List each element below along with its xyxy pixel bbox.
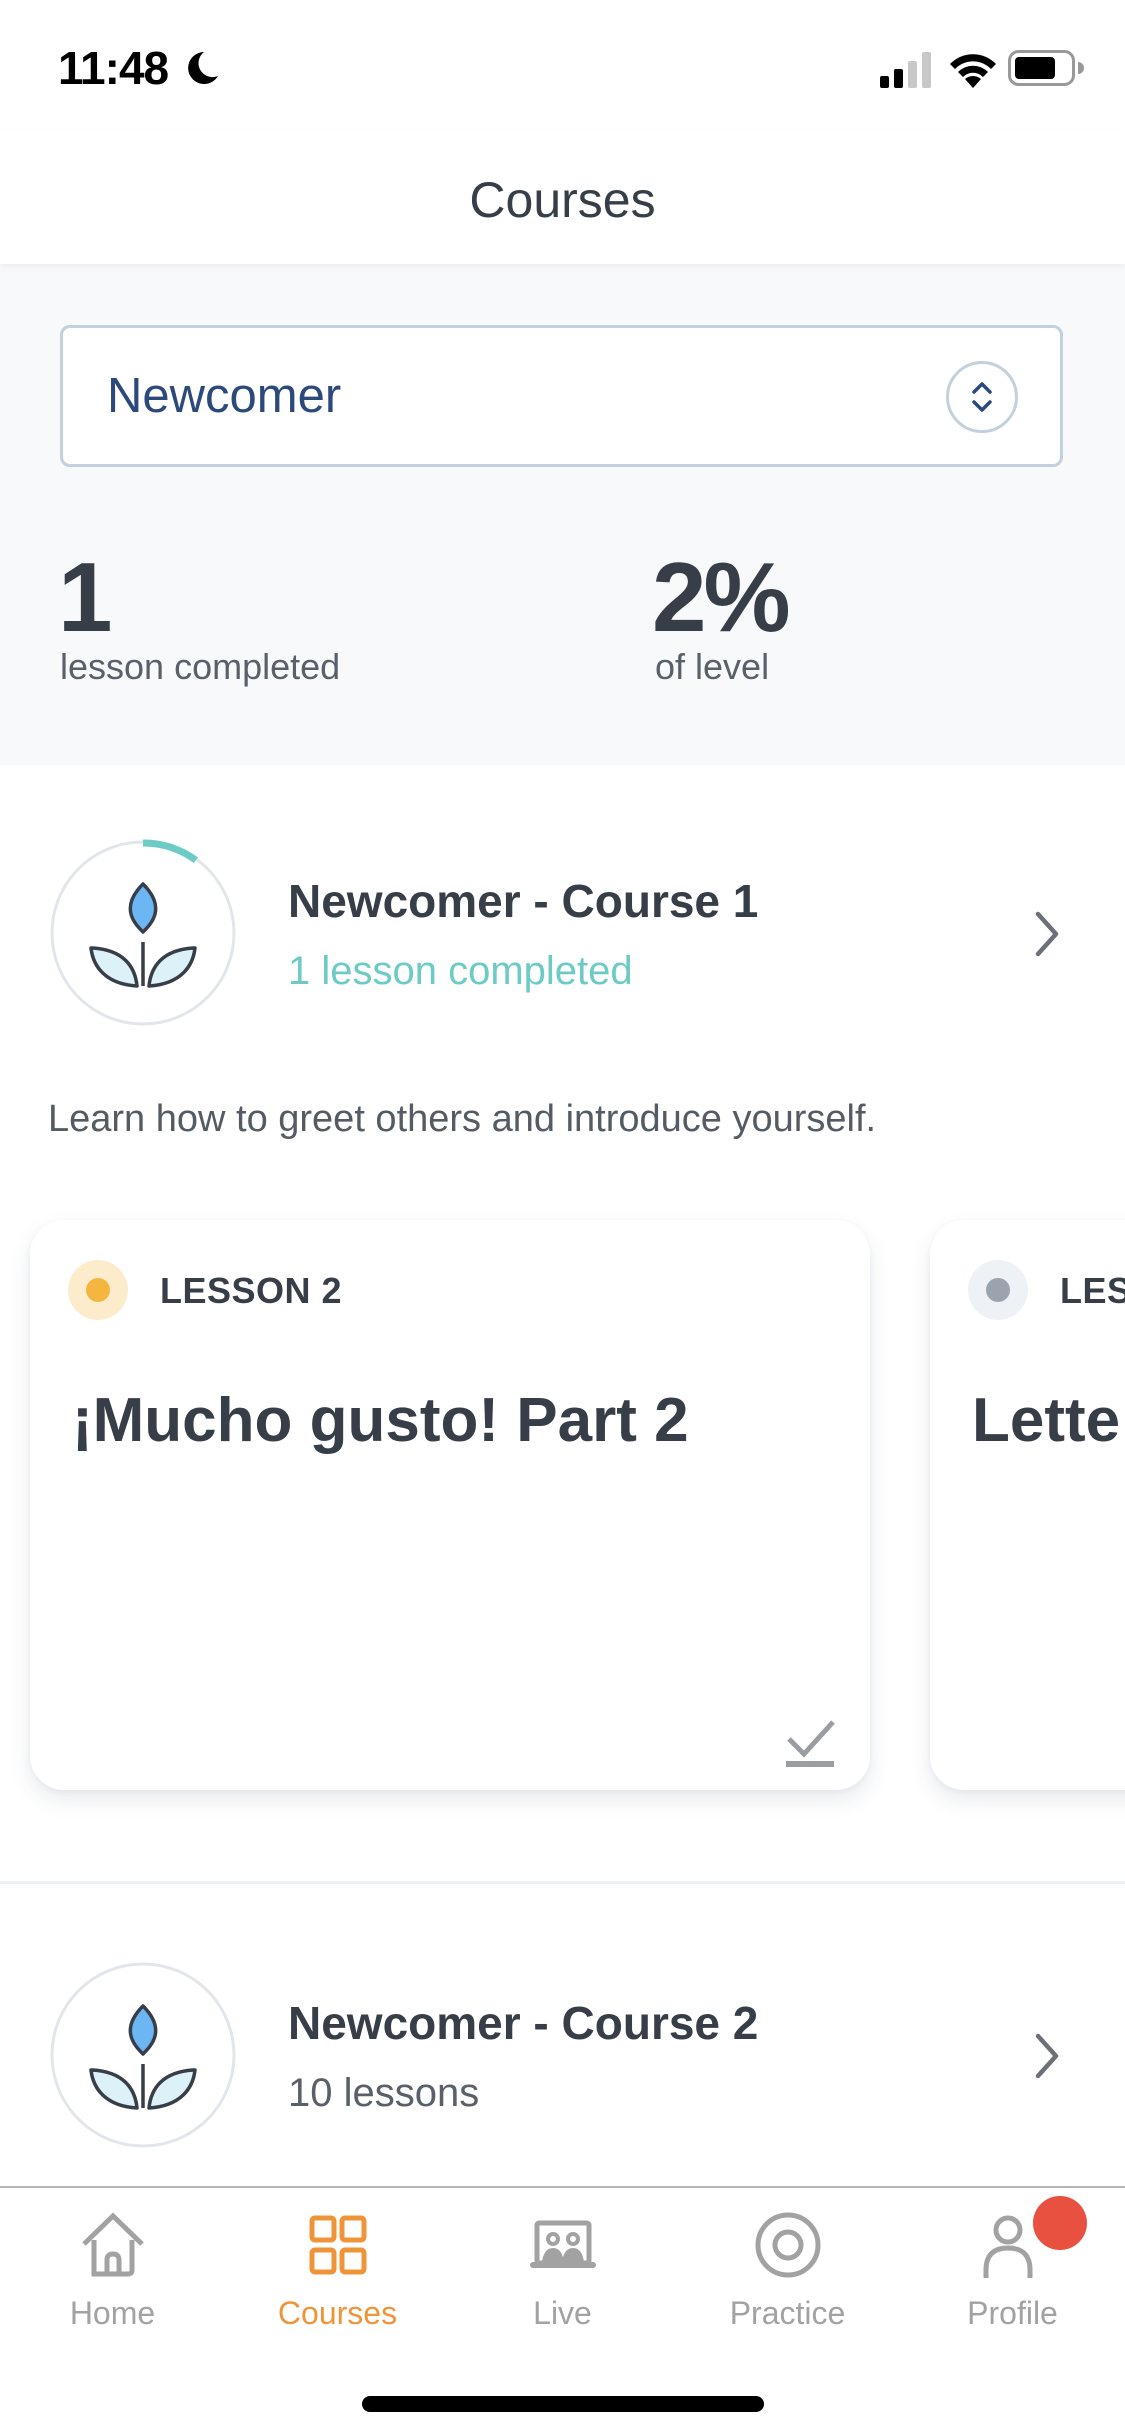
lesson-status-dot: [968, 1260, 1028, 1320]
do-not-disturb-moon-icon: [188, 52, 218, 84]
lesson-status-dot: [68, 1260, 128, 1320]
tab-label: Live: [533, 2295, 592, 2331]
lessons-completed-label: lesson completed: [60, 646, 341, 687]
level-selected-value: Newcomer: [107, 369, 342, 423]
tab-live[interactable]: Live: [450, 2188, 675, 2358]
grid-icon: [309, 2215, 367, 2275]
page-title: Courses: [469, 172, 656, 228]
tab-label: Practice: [729, 2295, 846, 2331]
course-title[interactable]: Newcomer - Course 1: [288, 873, 758, 929]
level-progress-percent: 2%: [652, 542, 791, 652]
level-summary: Newcomer 1 lesson completed 2% of level: [0, 264, 1125, 765]
lesson-title: Lette: [972, 1386, 1121, 1455]
nav-header: Courses: [0, 130, 1125, 264]
lessons-completed-count: 1: [58, 542, 113, 652]
tab-label: Courses: [277, 2295, 398, 2331]
battery-icon: [1008, 50, 1084, 86]
course-subtitle: 1 lesson completed: [288, 949, 633, 993]
tab-home[interactable]: Home: [0, 2188, 225, 2358]
tab-label: Profile: [967, 2295, 1058, 2331]
level-selector[interactable]: Newcomer: [60, 325, 1063, 467]
tab-practice[interactable]: Practice: [675, 2188, 900, 2358]
tab-label: Home: [69, 2295, 156, 2331]
home-icon: [82, 2212, 144, 2277]
notification-badge: [1033, 2196, 1087, 2250]
sprout-icon: [89, 2004, 197, 2110]
completed-check-icon: [786, 1720, 835, 1767]
course-title[interactable]: Newcomer - Course 2: [288, 1995, 758, 2051]
sprout-icon: [89, 882, 197, 988]
section-divider: [0, 1881, 1125, 1884]
lesson-number: LESSON 2: [160, 1270, 343, 1311]
lesson-card[interactable]: LESSON 2 ¡Mucho gusto! Part 2: [30, 1220, 870, 1790]
course-subtitle: 10 lessons: [288, 2071, 480, 2115]
live-class-icon: [530, 2220, 596, 2268]
level-toggle-button[interactable]: [946, 361, 1018, 433]
target-icon: [755, 2212, 821, 2278]
course-progress-ring: [50, 1962, 236, 2148]
chevron-right-icon[interactable]: [1032, 908, 1062, 960]
tab-courses[interactable]: Courses: [225, 2188, 450, 2358]
course-description: Learn how to greet others and introduce …: [48, 1098, 877, 1140]
status-time: 11:48: [58, 42, 169, 94]
lesson-title: ¡Mucho gusto! Part 2: [72, 1386, 689, 1455]
course-progress-arc: [142, 839, 198, 864]
cellular-signal-icon: [880, 52, 931, 88]
course-progress-ring: [50, 839, 236, 1026]
lesson-status-dot-inner: [986, 1278, 1010, 1302]
tab-profile[interactable]: Profile: [900, 2188, 1125, 2358]
lesson-card[interactable]: LES Lette: [930, 1220, 1125, 1790]
up-down-chevron-icon: [972, 382, 992, 412]
lesson-status-dot-inner: [86, 1278, 110, 1302]
home-indicator: [362, 2396, 764, 2412]
chevron-right-icon[interactable]: [1032, 2030, 1062, 2082]
wifi-icon: [950, 54, 996, 88]
lesson-number: LES: [1060, 1270, 1125, 1311]
level-progress-label: of level: [655, 646, 770, 687]
